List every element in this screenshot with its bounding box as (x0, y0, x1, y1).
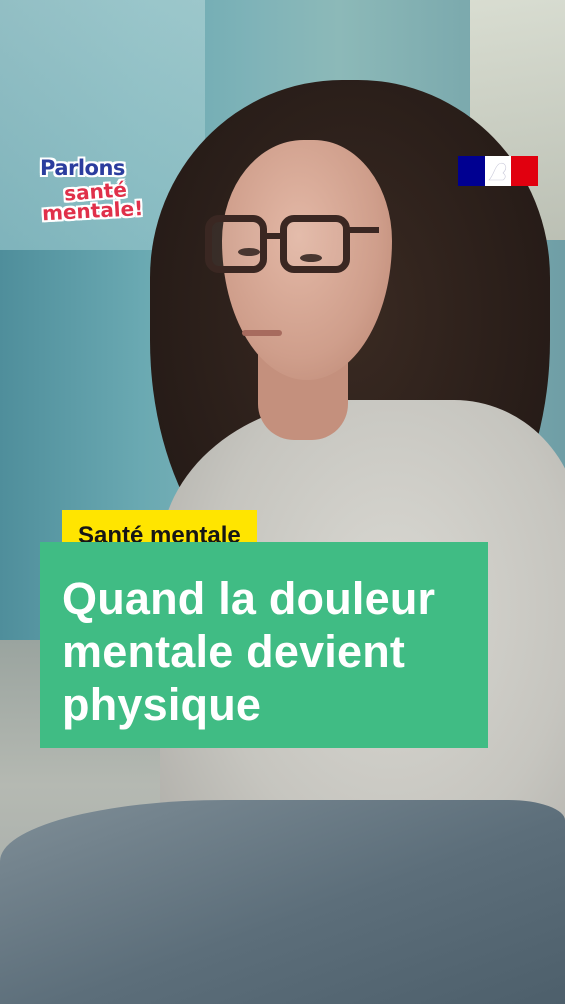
logo-line-3: mentale! (41, 196, 144, 226)
title-card: Quand la douleur mentale devient physiqu… (40, 542, 488, 748)
person-mouth (242, 330, 282, 336)
title-line-3: physique (62, 679, 262, 730)
person-jeans (0, 800, 565, 1004)
title-line-2: mentale devient (62, 626, 406, 677)
video-title: Quand la douleur mentale devient physiqu… (62, 572, 466, 731)
glasses-arm (347, 227, 379, 233)
glasses-lens-left (205, 215, 267, 273)
flag-red-band (511, 156, 538, 186)
title-line-1: Quand la douleur (62, 573, 436, 624)
marianne-profile-icon (488, 162, 507, 181)
flag-blue-band (458, 156, 485, 186)
flag-white-band (485, 156, 511, 186)
marianne-logo-icon (458, 156, 538, 186)
video-frame[interactable]: Parlons santé mentale! Santé mentale Qua… (0, 0, 565, 1004)
parlons-sante-mentale-logo: Parlons santé mentale! (40, 156, 170, 226)
person-glasses (205, 215, 379, 295)
glasses-lens-right (280, 215, 350, 273)
logo-line-1: Parlons (40, 156, 125, 180)
